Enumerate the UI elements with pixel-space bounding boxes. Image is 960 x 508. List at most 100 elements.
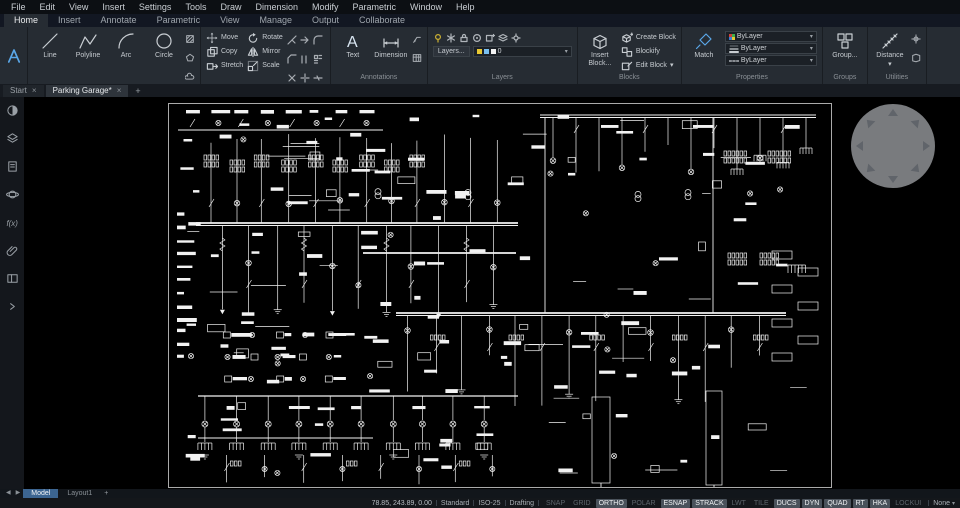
line-tool[interactable]: Line [33, 31, 67, 60]
menu-item-dimension[interactable]: Dimension [248, 0, 305, 14]
text-tool[interactable]: A Text [336, 31, 370, 60]
expand-icon[interactable] [6, 300, 19, 318]
rotate-tool[interactable]: Rotate [247, 31, 283, 44]
drawing-canvas[interactable] [168, 103, 832, 488]
stretch-tool[interactable]: Stretch [206, 59, 243, 72]
layer-on-icon[interactable] [433, 33, 443, 43]
lineweight-select[interactable]: ByLayer ▾ [724, 43, 817, 54]
layer-freeze-icon[interactable] [446, 32, 456, 43]
drawing-area[interactable] [24, 97, 960, 489]
menu-item-parametric[interactable]: Parametric [346, 0, 404, 14]
app-logo-button[interactable] [0, 27, 28, 84]
tab-layout1[interactable]: Layout1 [59, 489, 100, 498]
chamfer-tool[interactable] [287, 51, 299, 69]
toggle-ortho[interactable]: ORTHO [595, 498, 627, 508]
ribbon-tab-output[interactable]: Output [302, 14, 349, 27]
sheet-sets-icon[interactable] [6, 160, 19, 178]
toggle-strack[interactable]: STRACK [692, 498, 727, 508]
new-document-button[interactable]: + [130, 85, 145, 97]
menu-item-help[interactable]: Help [449, 0, 482, 14]
tab-model[interactable]: Model [23, 489, 59, 498]
array-tool[interactable] [313, 51, 325, 69]
menu-item-window[interactable]: Window [403, 0, 449, 14]
add-layout-button[interactable]: + [101, 489, 111, 498]
close-icon[interactable]: × [32, 87, 37, 95]
toggle-polar[interactable]: POLAR [629, 499, 659, 508]
toggle-lockui[interactable]: LOCKUI [892, 499, 924, 508]
leader-tool[interactable] [412, 31, 422, 49]
toggle-snap[interactable]: SNAP [543, 499, 568, 508]
insert-block-tool[interactable]: Insert Block... [583, 31, 617, 68]
menu-item-modify[interactable]: Modify [305, 0, 346, 14]
area-tool[interactable] [911, 50, 921, 68]
menu-item-insert[interactable]: Insert [95, 0, 132, 14]
ribbon-tab-annotate[interactable]: Annotate [91, 14, 147, 27]
ribbon-tab-insert[interactable]: Insert [48, 14, 91, 27]
close-icon[interactable]: × [117, 87, 122, 95]
dimension-style-field[interactable]: ISO-25 [478, 500, 500, 507]
orbit-icon[interactable] [5, 188, 19, 206]
layer-states-icon[interactable] [498, 33, 508, 43]
next-layout-button[interactable]: ▶ [14, 489, 23, 498]
hatch-tool[interactable] [185, 31, 195, 49]
toggle-dyn[interactable]: DYN [801, 498, 823, 508]
dimension-tool[interactable]: Dimension [374, 31, 408, 60]
table-tool[interactable] [412, 50, 422, 68]
visual-styles-icon[interactable] [6, 104, 19, 122]
edit-block-tool[interactable]: Edit Block ▾ [621, 59, 676, 72]
trim-tool[interactable] [287, 32, 299, 50]
ribbon-tab-view[interactable]: View [210, 14, 249, 27]
ribbon-tab-manage[interactable]: Manage [249, 14, 302, 27]
scale-tool[interactable]: Scale [247, 59, 283, 72]
panel-label-properties[interactable]: Properties [682, 73, 822, 84]
mirror-tool[interactable]: Mirror [247, 45, 283, 58]
toggle-esnap[interactable]: ESNAP [660, 498, 691, 508]
menu-item-settings[interactable]: Settings [132, 0, 179, 14]
panel-label-layers[interactable]: Layers [428, 73, 577, 84]
id-point-tool[interactable] [911, 31, 921, 49]
panel-label-utilities[interactable]: Utilities [868, 73, 926, 84]
menu-item-draw[interactable]: Draw [213, 0, 248, 14]
layers-panel-icon[interactable] [6, 132, 19, 150]
layer-select[interactable]: 0 ▾ [472, 46, 572, 57]
ribbon-tab-home[interactable]: Home [4, 14, 49, 27]
navigation-wheel[interactable] [851, 104, 935, 188]
menu-item-file[interactable]: File [4, 0, 33, 14]
menu-item-tools[interactable]: Tools [178, 0, 213, 14]
polygon-tool[interactable] [185, 50, 195, 68]
layer-isolate-icon[interactable] [472, 33, 482, 43]
arc-tool[interactable]: Arc [109, 31, 143, 60]
layer-lock-icon[interactable] [459, 33, 469, 43]
menu-item-edit[interactable]: Edit [33, 0, 63, 14]
toggle-grid[interactable]: GRID [570, 499, 594, 508]
fillet-tool[interactable] [313, 32, 325, 50]
panels-icon[interactable] [6, 272, 19, 290]
distance-tool[interactable]: Distance ▾ [873, 31, 907, 69]
ribbon-tab-parametric[interactable]: Parametric [147, 14, 211, 27]
annotation-scale-select[interactable]: None ▾ [933, 500, 955, 507]
panel-label-annotations[interactable]: Annotations [331, 73, 427, 84]
menu-item-view[interactable]: View [62, 0, 95, 14]
circle-tool[interactable]: Circle [147, 31, 181, 60]
group-tool[interactable]: Group... [828, 31, 862, 60]
tab-start[interactable]: Start × [3, 85, 44, 97]
move-tool[interactable]: Move [206, 31, 243, 44]
match-properties-tool[interactable]: Match [687, 31, 721, 60]
prev-layout-button[interactable]: ◀ [4, 489, 13, 498]
copy-tool[interactable]: Copy [206, 45, 243, 58]
color-select[interactable]: ByLayer ▾ [724, 31, 817, 42]
layer-new-icon[interactable] [485, 33, 495, 43]
tab-parking-garage[interactable]: Parking Garage* × [45, 85, 129, 97]
toggle-rt[interactable]: RT [852, 498, 868, 508]
toggle-quad[interactable]: QUAD [824, 498, 851, 508]
blockify-tool[interactable]: Blockify [621, 45, 676, 58]
panel-label-blocks[interactable]: Blocks [578, 73, 681, 84]
toggle-lwt[interactable]: LWT [729, 499, 749, 508]
attachments-icon[interactable] [6, 244, 19, 262]
toggle-ducs[interactable]: DUCS [773, 498, 800, 508]
offset-tool[interactable] [300, 51, 312, 69]
linetype-select[interactable]: ByLayer ▾ [724, 55, 817, 66]
fields-fx-icon[interactable]: f(x) [6, 216, 19, 234]
toggle-hka[interactable]: HKA [869, 498, 891, 508]
current-style-field[interactable]: Standard [441, 500, 469, 507]
